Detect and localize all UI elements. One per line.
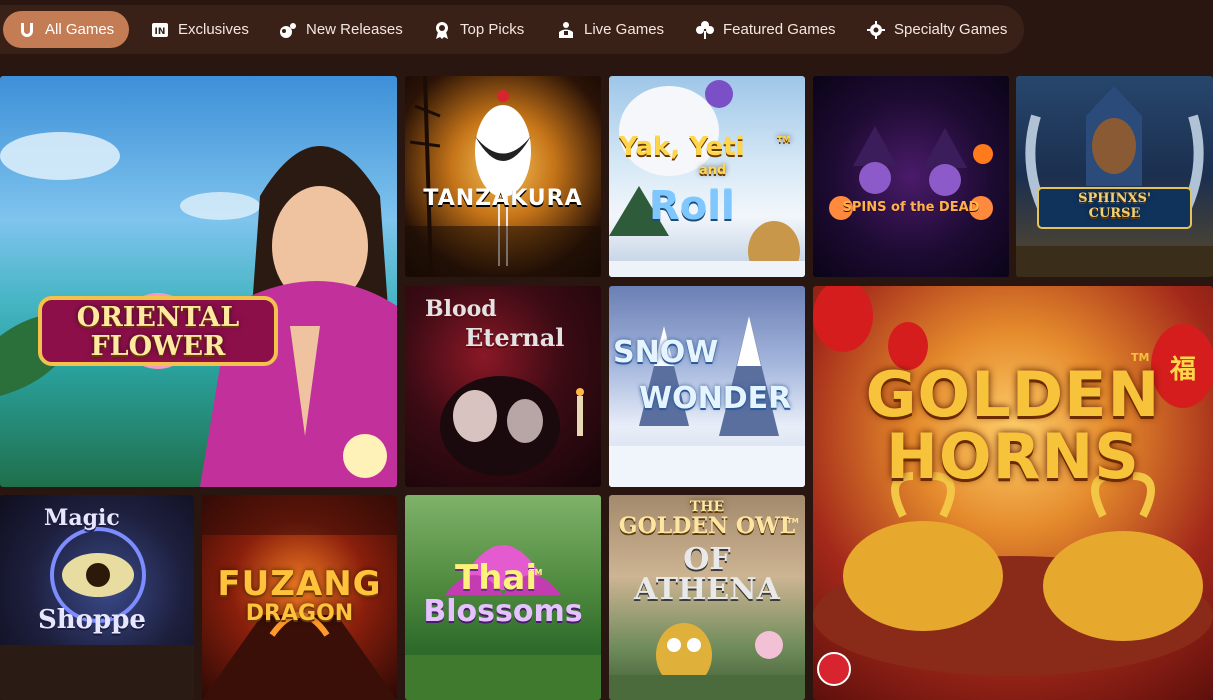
game-title-line1: SPHINXS' <box>1078 191 1151 206</box>
game-tile-thai-blossoms[interactable]: Thai Blossoms TM <box>405 495 601 700</box>
tab-label: New Releases <box>306 21 403 38</box>
oriental-flower-art <box>0 132 397 487</box>
sparkle-icon <box>280 22 296 38</box>
game-tile-blood-eternal[interactable]: Blood Eternal <box>405 286 601 487</box>
golden-bulls-art: 福 <box>813 286 1213 676</box>
game-title-line2: Blossoms <box>423 594 583 629</box>
game-title-line2: Shoppe <box>38 605 146 635</box>
tab-all-games[interactable]: All Games <box>3 11 129 48</box>
award-ribbon-icon <box>436 21 448 39</box>
tab-label: Top Picks <box>460 21 525 38</box>
game-title-line1: Blood <box>425 296 497 322</box>
trademark: TM <box>529 568 543 577</box>
game-title-line2: CURSE <box>1088 206 1141 221</box>
provider-dragon-badge <box>817 652 851 686</box>
tab-label: Exclusives <box>178 21 249 38</box>
game-tile-spins-of-the-dead[interactable]: SPINS of the DEAD <box>813 76 1009 277</box>
game-tile-snow-wonder[interactable]: SNOW WONDER <box>609 286 805 487</box>
trademark: TM <box>1131 351 1150 364</box>
game-tile-tanzakura[interactable]: TANZAKURA <box>405 76 601 277</box>
category-bar: All Games IN Exclusives New Releases Top… <box>0 0 1213 60</box>
clover-icon <box>696 20 714 39</box>
game-title-line2: HORNS <box>886 420 1140 493</box>
horseshoe-icon <box>21 22 33 37</box>
game-title-line3: OF ATHENA <box>634 542 780 607</box>
sphinx-art <box>1016 86 1213 277</box>
game-tile-sphinxs-curse[interactable]: SPHINXS' CURSE <box>1016 76 1213 277</box>
game-title-line1: GOLDEN <box>865 358 1161 431</box>
game-title-line1: Magic <box>44 505 120 531</box>
tab-specialty-games[interactable]: Specialty Games <box>852 11 1018 48</box>
tab-label: Specialty Games <box>894 21 1008 38</box>
exclusive-badge-icon: IN <box>152 22 168 37</box>
game-title-line1: Yak, Yeti <box>619 132 745 162</box>
game-title-line2: DRAGON <box>245 601 354 626</box>
dealer-icon <box>559 21 573 38</box>
game-title: SPINS of the DEAD <box>842 200 980 215</box>
tab-top-picks[interactable]: Top Picks <box>418 11 540 48</box>
witches-art <box>829 126 993 220</box>
game-title-line1: SNOW <box>613 335 719 370</box>
game-title: TANZAKURA <box>423 186 583 211</box>
game-title-line2: FLOWER <box>90 331 226 362</box>
game-title-line2: WONDER <box>639 381 792 416</box>
tab-label: Featured Games <box>723 21 836 38</box>
tab-live-games[interactable]: Live Games <box>542 11 676 48</box>
game-tile-golden-owl-of-athena[interactable]: THE GOLDEN OWL OF ATHENA TM <box>609 495 805 700</box>
game-title-line2: Eternal <box>465 323 565 352</box>
category-tabs: All Games IN Exclusives New Releases Top… <box>0 5 1024 54</box>
game-tile-golden-horns[interactable]: 福 GOLDEN HORNS TM <box>813 286 1213 700</box>
game-title-line2: and <box>699 163 727 178</box>
game-tile-oriental-flower[interactable]: ORIENTAL FLOWER <box>0 76 397 487</box>
game-title-line1: ORIENTAL <box>76 302 240 333</box>
trademark: TM <box>787 517 799 525</box>
game-title-line3: Roll <box>649 183 735 229</box>
tab-label: Live Games <box>584 21 665 38</box>
crane-art <box>405 76 601 277</box>
game-title-line1: Thai <box>455 558 537 598</box>
game-title-line2: GOLDEN OWL <box>618 513 796 539</box>
tab-label: All Games <box>45 21 115 38</box>
game-title-line1: FUZANG <box>217 564 382 604</box>
trademark: TM <box>777 135 791 144</box>
game-title-line1: THE <box>689 499 725 515</box>
gear-icon <box>867 20 885 39</box>
game-tile-magic-shoppe[interactable]: Magic Shoppe <box>0 495 194 700</box>
svg-text:IN: IN <box>155 27 166 37</box>
game-tile-yak-yeti-roll[interactable]: Yak, Yeti and Roll TM <box>609 76 805 277</box>
tab-exclusives[interactable]: IN Exclusives <box>136 11 258 48</box>
game-tile-fuzang-dragon[interactable]: FUZANG DRAGON <box>202 495 397 700</box>
tab-featured-games[interactable]: Featured Games <box>681 11 847 48</box>
tab-new-releases[interactable]: New Releases <box>264 11 412 48</box>
